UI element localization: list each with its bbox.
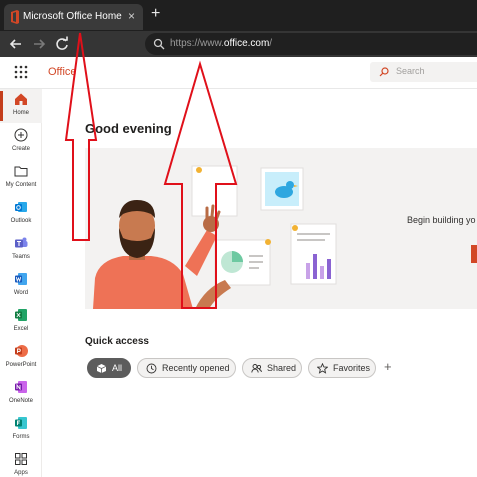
folder-icon	[14, 166, 28, 177]
word-icon	[15, 273, 27, 285]
sidebar-item-label: My Content	[5, 182, 37, 188]
pie-chart-card-icon	[214, 239, 271, 286]
search-placeholder: Search	[396, 66, 425, 76]
sidebar-item-label: Apps	[14, 470, 28, 476]
url-prefix: https://www.	[170, 38, 224, 49]
sidebar-item-label: Forms	[12, 434, 30, 440]
apps-icon	[15, 453, 27, 465]
document-card-icon	[191, 165, 238, 217]
sidebar-item-label: Create	[11, 146, 30, 152]
onenote-icon	[15, 381, 27, 393]
clock-icon	[146, 363, 157, 374]
tab-close-button[interactable]: ×	[128, 8, 135, 24]
sidebar-item-apps[interactable]: Apps	[0, 449, 42, 477]
create-icon	[14, 128, 28, 142]
sidebar-item-label: Excel	[13, 326, 29, 332]
sidebar-item-teams[interactable]: Teams	[0, 233, 42, 267]
sidebar-item-label: PowerPoint	[5, 362, 37, 368]
sidebar-item-home[interactable]: Home	[0, 89, 42, 123]
sidebar-item-label: Word	[13, 290, 29, 296]
reload-icon[interactable]	[53, 35, 71, 53]
sidebar-item-create[interactable]: Create	[0, 125, 42, 159]
browser-tab[interactable]: Microsoft Office Home ×	[4, 4, 143, 30]
bar-chart-card-icon	[290, 223, 337, 285]
url-suffix: /	[269, 38, 273, 49]
search-box[interactable]: Search	[370, 62, 477, 82]
sidebar-item-my-content[interactable]: My Content	[0, 161, 42, 195]
browser-toolbar: https://www.office.com/	[0, 31, 477, 57]
address-bar[interactable]: https://www.office.com/	[145, 33, 477, 55]
tab-title: Microsoft Office Home	[23, 11, 122, 22]
sidebar-item-word[interactable]: Word	[0, 269, 42, 303]
back-arrow-icon[interactable]	[7, 35, 25, 53]
greeting-heading: Good evening	[85, 121, 172, 136]
quick-access-title: Quick access	[85, 336, 149, 347]
powerpoint-icon	[15, 345, 28, 357]
outlook-icon	[15, 202, 27, 212]
filter-favorites-chip[interactable]: Favorites	[308, 358, 376, 378]
teams-icon	[15, 237, 28, 248]
add-filter-button[interactable]: +	[384, 359, 392, 375]
filter-chip-label: Favorites	[333, 363, 371, 373]
forms-icon	[15, 417, 27, 429]
search-icon	[379, 67, 389, 77]
hero-illustration	[93, 165, 337, 309]
left-rail: Home Create My Content Outlook Teams Wor…	[0, 89, 42, 477]
browser-tab-strip: Microsoft Office Home × +	[0, 0, 477, 31]
people-icon	[251, 364, 262, 373]
bird-picture-icon	[260, 167, 304, 211]
sidebar-item-onenote[interactable]: OneNote	[0, 377, 42, 411]
screenshot-root: Microsoft Office Home × + https://www.of…	[0, 0, 477, 477]
url-host: office.com	[223, 38, 270, 49]
person-illustration-icon	[93, 200, 231, 309]
star-icon	[317, 363, 328, 374]
filter-chip-label: Recently opened	[162, 363, 230, 373]
office-header: Office Search	[0, 57, 477, 89]
sidebar-item-outlook[interactable]: Outlook	[0, 197, 42, 231]
app-launcher-icon[interactable]	[14, 65, 28, 79]
sidebar-item-label: Home	[12, 110, 29, 116]
sidebar-item-label: Teams	[12, 254, 30, 260]
url-text: https://www.office.com/	[170, 38, 272, 49]
filter-chip-label: Shared	[267, 363, 297, 373]
sidebar-item-forms[interactable]: Forms	[0, 413, 42, 447]
excel-icon	[15, 309, 27, 321]
search-icon	[153, 38, 165, 50]
sidebar-item-excel[interactable]: Excel	[0, 305, 42, 339]
filter-recently-opened-chip[interactable]: Recently opened	[137, 358, 236, 378]
filter-chip-label: All	[112, 363, 123, 373]
office-brand[interactable]: Office	[48, 66, 77, 78]
office-favicon-icon	[11, 10, 19, 24]
home-icon	[15, 93, 27, 105]
forward-arrow-icon[interactable]	[30, 35, 48, 53]
hero-text: Begin building yo	[407, 215, 476, 225]
new-tab-button[interactable]: +	[151, 4, 160, 24]
hero-banner: Begin building yo	[85, 148, 477, 309]
sidebar-item-powerpoint[interactable]: PowerPoint	[0, 341, 42, 375]
cube-icon	[96, 364, 107, 373]
hero-cta-button[interactable]	[471, 245, 477, 263]
sidebar-item-label: OneNote	[8, 398, 33, 404]
filter-all-chip[interactable]: All	[87, 358, 131, 378]
filter-shared-chip[interactable]: Shared	[242, 358, 302, 378]
sidebar-item-label: Outlook	[10, 218, 32, 224]
